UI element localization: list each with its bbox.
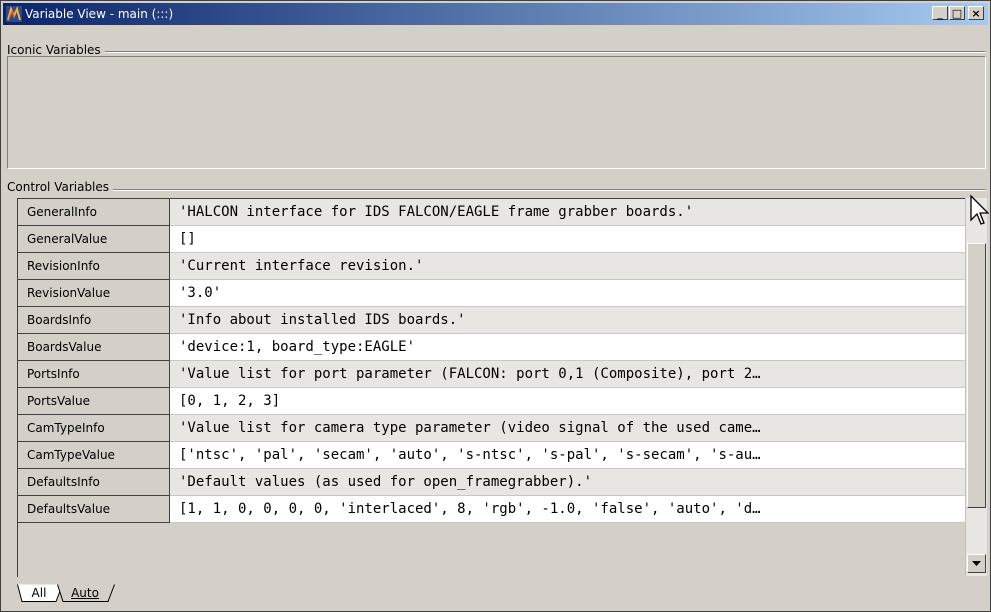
variable-name-cell[interactable]: BoardsInfo bbox=[18, 307, 170, 334]
variable-value-cell[interactable]: [] bbox=[170, 226, 966, 253]
arrow-down-icon bbox=[972, 561, 981, 566]
table-row[interactable]: BoardsInfo 'Info about installed IDS boa… bbox=[18, 307, 966, 334]
scroll-down-button[interactable] bbox=[967, 554, 986, 573]
maximize-icon: □ bbox=[951, 7, 963, 20]
variable-name-cell[interactable]: BoardsValue bbox=[18, 334, 170, 361]
iconic-variables-area[interactable] bbox=[7, 56, 986, 169]
control-variables-label: Control Variables bbox=[7, 180, 114, 194]
variable-value-cell[interactable]: [1, 1, 0, 0, 0, 0, 'interlaced', 8, 'rgb… bbox=[170, 496, 966, 523]
variable-value-cell[interactable]: 'Value list for camera type parameter (v… bbox=[170, 415, 966, 442]
variable-value-cell[interactable]: 'Info about installed IDS boards.' bbox=[170, 307, 966, 334]
minimize-button[interactable]: _ bbox=[932, 6, 948, 20]
control-group-line bbox=[7, 189, 986, 191]
variable-name-cell[interactable]: GeneralInfo bbox=[18, 199, 170, 226]
table-row[interactable]: PortsInfo 'Value list for port parameter… bbox=[18, 361, 966, 388]
close-icon: × bbox=[971, 7, 981, 20]
close-button[interactable]: × bbox=[968, 6, 984, 20]
variable-view-window: Variable View - main (:::) _ □ × Iconic … bbox=[0, 0, 991, 612]
variable-name-cell[interactable]: DefaultsValue bbox=[18, 496, 170, 523]
variable-value-cell[interactable]: 'HALCON interface for IDS FALCON/EAGLE f… bbox=[170, 199, 966, 226]
variable-value-cell[interactable]: ['ntsc', 'pal', 'secam', 'auto', 's-ntsc… bbox=[170, 442, 966, 469]
iconic-variables-label: Iconic Variables bbox=[7, 43, 105, 57]
table-row[interactable]: CamTypeInfo 'Value list for camera type … bbox=[18, 415, 966, 442]
table-row[interactable]: RevisionInfo 'Current interface revision… bbox=[18, 253, 966, 280]
control-variables-table: GeneralInfo 'HALCON interface for IDS FA… bbox=[17, 198, 966, 577]
minimize-icon: _ bbox=[937, 7, 943, 20]
table-row[interactable]: GeneralInfo 'HALCON interface for IDS FA… bbox=[18, 199, 966, 226]
variable-value-cell[interactable]: 'Current interface revision.' bbox=[170, 253, 966, 280]
window-title: Variable View - main (:::) bbox=[25, 7, 174, 21]
tab-auto[interactable]: Auto bbox=[57, 584, 115, 602]
table-row[interactable]: RevisionValue '3.0' bbox=[18, 280, 966, 307]
variable-name-cell[interactable]: PortsInfo bbox=[18, 361, 170, 388]
maximize-button[interactable]: □ bbox=[949, 6, 965, 20]
table-row[interactable]: DefaultsValue [1, 1, 0, 0, 0, 0, 'interl… bbox=[18, 496, 966, 523]
variable-value-cell[interactable]: 'Default values (as used for open_frameg… bbox=[170, 469, 966, 496]
variable-name-cell[interactable]: GeneralValue bbox=[18, 226, 170, 253]
variable-name-cell[interactable]: RevisionValue bbox=[18, 280, 170, 307]
tab-all-label: All bbox=[31, 586, 47, 600]
vertical-scrollbar[interactable] bbox=[965, 198, 987, 576]
variable-value-cell[interactable]: 'Value list for port parameter (FALCON: … bbox=[170, 361, 966, 388]
variable-value-cell[interactable]: [0, 1, 2, 3] bbox=[170, 388, 966, 415]
variable-name-cell[interactable]: DefaultsInfo bbox=[18, 469, 170, 496]
variable-name-cell[interactable]: CamTypeInfo bbox=[18, 415, 170, 442]
variable-name-cell[interactable]: CamTypeValue bbox=[18, 442, 170, 469]
halcon-app-icon bbox=[6, 6, 22, 22]
variable-name-cell[interactable]: PortsValue bbox=[18, 388, 170, 415]
table-row[interactable]: BoardsValue 'device:1, board_type:EAGLE' bbox=[18, 334, 966, 361]
variable-value-cell[interactable]: 'device:1, board_type:EAGLE' bbox=[170, 334, 966, 361]
variable-value-cell[interactable]: '3.0' bbox=[170, 280, 966, 307]
table-row[interactable]: CamTypeValue ['ntsc', 'pal', 'secam', 'a… bbox=[18, 442, 966, 469]
variable-name-cell[interactable]: RevisionInfo bbox=[18, 253, 170, 280]
title-bar[interactable]: Variable View - main (:::) _ □ × bbox=[3, 3, 988, 25]
tab-all[interactable]: All bbox=[17, 584, 63, 602]
mouse-cursor-icon bbox=[970, 194, 989, 225]
table-row[interactable]: PortsValue [0, 1, 2, 3] bbox=[18, 388, 966, 415]
table-row[interactable]: GeneralValue [] bbox=[18, 226, 966, 253]
table-row[interactable]: DefaultsInfo 'Default values (as used fo… bbox=[18, 469, 966, 496]
tab-auto-label: Auto bbox=[71, 586, 99, 600]
iconic-group-line bbox=[7, 51, 986, 53]
scrollbar-thumb[interactable] bbox=[967, 243, 986, 508]
